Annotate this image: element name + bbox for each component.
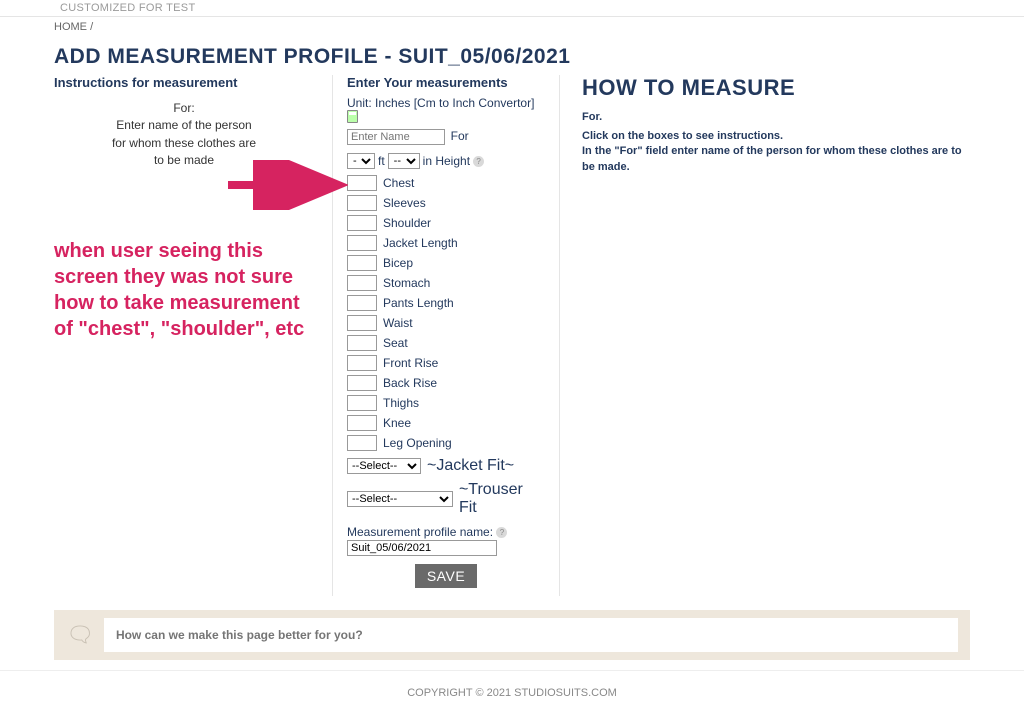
measurement-input[interactable] [347,235,377,251]
measurement-row: Sleeves [347,195,545,211]
measurement-input[interactable] [347,395,377,411]
trouser-fit-select[interactable]: --Select-- [347,491,453,507]
measurement-input[interactable] [347,375,377,391]
help-icon[interactable]: ? [496,527,507,538]
annotation-text: when user seeing this screen they was no… [54,238,304,342]
convertor-link[interactable]: [Cm to Inch Convertor] [414,96,535,110]
instructions-line: For: [54,100,314,117]
calculator-icon[interactable] [347,110,358,123]
profile-name-input[interactable] [347,540,497,556]
feedback-input[interactable] [104,618,958,652]
measurement-input[interactable] [347,175,377,191]
howto-body-line: In the "For" field enter name of the per… [582,144,970,175]
topbar-text: CUSTOMIZED FOR TEST [60,2,195,14]
measurement-label: Knee [383,416,411,430]
page-title: ADD MEASUREMENT PROFILE - SUIT_05/06/202… [0,37,1024,75]
howto-panel: HOW TO MEASURE For. Click on the boxes t… [560,75,970,596]
instructions-heading: Instructions for measurement [54,75,314,90]
measurements-heading: Enter Your measurements [347,75,545,90]
instructions-line: for whom these clothes are [54,135,314,152]
measurement-row: Pants Length [347,295,545,311]
help-icon[interactable]: ? [473,156,484,167]
howto-sub: For. [582,111,970,123]
measurement-row: Bicep [347,255,545,271]
measurement-row: Leg Opening [347,435,545,451]
howto-body-line: Click on the boxes to see instructions. [582,129,970,144]
footer-text: COPYRIGHT © 2021 STUDIOSUITS.COM [407,687,617,699]
measurement-row: Thighs [347,395,545,411]
measurement-input[interactable] [347,315,377,331]
ft-label: ft [378,154,385,168]
howto-title: HOW TO MEASURE [582,75,970,101]
measurement-label: Pants Length [383,296,454,310]
measurement-row: Shoulder [347,215,545,231]
height-ft-select[interactable]: - [347,153,375,169]
measurement-input[interactable] [347,195,377,211]
breadcrumb-home[interactable]: HOME [54,21,87,33]
measurement-input[interactable] [347,215,377,231]
measurement-input[interactable] [347,415,377,431]
measurement-row: Jacket Length [347,235,545,251]
measurement-label: Shoulder [383,216,431,230]
measurement-label: Front Rise [383,356,438,370]
measurement-row: Chest [347,175,545,191]
measurement-label: Jacket Length [383,236,458,250]
measurement-label: Chest [383,176,414,190]
save-button[interactable]: SAVE [415,564,477,588]
jacket-fit-label: ~Jacket Fit~ [427,457,514,475]
measurement-label: Leg Opening [383,436,452,450]
unit-label: Unit: Inches [347,96,414,110]
trouser-fit-label: ~Trouser Fit [459,481,545,517]
measurements-panel: Enter Your measurements Unit: Inches [Cm… [332,75,560,596]
measurement-label: Waist [383,316,413,330]
measurement-row: Back Rise [347,375,545,391]
measurement-row: Stomach [347,275,545,291]
measurement-row: Knee [347,415,545,431]
measurement-label: Back Rise [383,376,437,390]
for-label: For [451,129,469,143]
measurement-input[interactable] [347,255,377,271]
measurement-label: Seat [383,336,408,350]
chat-icon: 🗨 [66,622,94,648]
measurement-label: Sleeves [383,196,426,210]
measurement-input[interactable] [347,275,377,291]
measurement-label: Bicep [383,256,413,270]
annotation-arrow [228,160,348,213]
measurement-input[interactable] [347,435,377,451]
breadcrumb: HOME / [0,17,1024,37]
instructions-line: Enter name of the person [54,117,314,134]
measurement-row: Waist [347,315,545,331]
measurement-input[interactable] [347,335,377,351]
feedback-bar: 🗨 [54,610,970,660]
topbar: CUSTOMIZED FOR TEST [0,0,1024,17]
height-in-select[interactable]: -- [388,153,420,169]
profile-name-label: Measurement profile name: [347,525,493,539]
measurement-row: Front Rise [347,355,545,371]
measurement-label: Thighs [383,396,419,410]
jacket-fit-select[interactable]: --Select-- [347,458,421,474]
breadcrumb-sep: / [90,21,93,33]
name-input[interactable] [347,129,445,145]
measurement-label: Stomach [383,276,430,290]
measurement-row: Seat [347,335,545,351]
measurement-input[interactable] [347,295,377,311]
footer: COPYRIGHT © 2021 STUDIOSUITS.COM [0,670,1024,715]
in-height-label: in Height [423,154,470,168]
measurement-input[interactable] [347,355,377,371]
